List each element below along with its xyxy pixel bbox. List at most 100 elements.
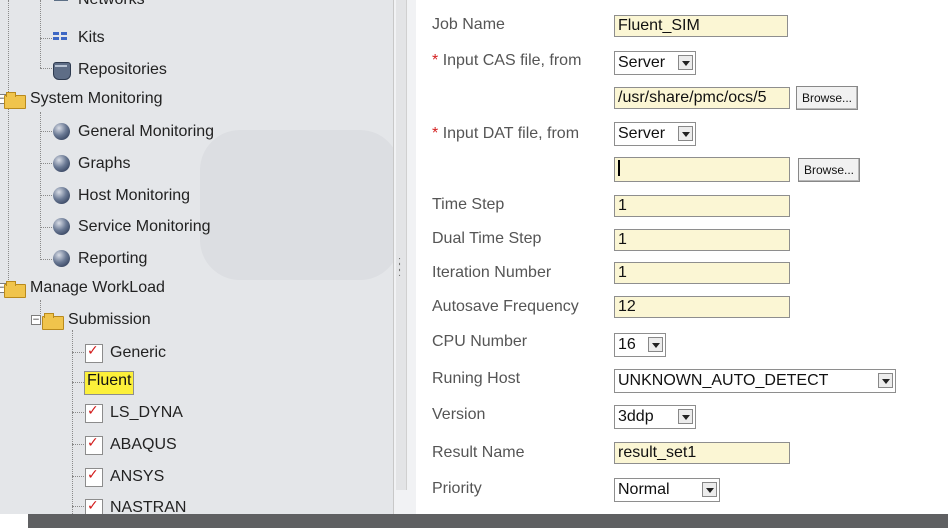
dual-time-step-input[interactable]: 1 — [614, 229, 790, 251]
tree-guide-line — [40, 0, 41, 68]
dat-browse-button[interactable]: Browse... — [798, 158, 861, 182]
version-value: 3ddp — [618, 408, 654, 425]
dat-source-select[interactable]: Server — [614, 122, 696, 146]
tree-item-nastran[interactable]: NASTRAN — [84, 494, 188, 514]
chevron-down-icon — [678, 126, 693, 141]
autosave-frequency-input[interactable]: 12 — [614, 296, 790, 318]
form-icon — [84, 403, 104, 423]
tree-item-kits[interactable]: Kits — [52, 24, 107, 52]
navigation-tree: − − − Networks Kits Repositories System … — [0, 0, 393, 514]
running-host-select[interactable]: UNKNOWN_AUTO_DETECT — [614, 369, 896, 393]
cas-file-label: * Input CAS file, from — [432, 52, 581, 70]
chevron-down-icon — [702, 482, 717, 497]
required-marker: * — [432, 52, 439, 69]
autosave-frequency-label: Autosave Frequency — [432, 298, 579, 315]
tree-item-reporting[interactable]: Reporting — [52, 245, 149, 273]
bottom-status-bar — [0, 514, 948, 528]
result-name-label: Result Name — [432, 444, 525, 461]
tree-item-label: Submission — [68, 311, 151, 328]
tree-scrollbar[interactable] — [396, 0, 407, 490]
globe-icon — [52, 155, 72, 173]
priority-value: Normal — [618, 481, 670, 498]
priority-label: Priority — [432, 480, 482, 497]
status-bar-strip — [28, 514, 948, 528]
priority-select[interactable]: Normal — [614, 478, 720, 502]
dat-path-input[interactable] — [614, 157, 790, 182]
form-icon — [84, 498, 104, 514]
form-icon — [84, 467, 104, 487]
tree-item-label: Generic — [110, 344, 167, 361]
cas-source-select[interactable]: Server — [614, 51, 696, 75]
tree-item-abaqus[interactable]: ABAQUS — [84, 431, 179, 459]
tree-item-label: NASTRAN — [110, 499, 187, 514]
tree-item-generic[interactable]: Generic — [84, 339, 168, 367]
chevron-down-icon — [878, 373, 893, 388]
tree-item-label: Reporting — [78, 250, 148, 267]
chevron-down-icon — [648, 337, 663, 352]
tree-item-label: Host Monitoring — [78, 187, 191, 204]
tree-item-ls-dyna[interactable]: LS_DYNA — [84, 399, 185, 427]
dual-time-step-label: Dual Time Step — [432, 230, 542, 247]
iteration-number-input[interactable]: 1 — [614, 262, 790, 284]
folder-open-icon — [4, 279, 26, 298]
cas-source-value: Server — [618, 54, 666, 71]
kits-icon — [52, 29, 72, 47]
tree-item-label: Service Monitoring — [78, 218, 211, 235]
cas-path-input[interactable]: /usr/share/pmc/ocs/5 — [614, 87, 790, 109]
cas-browse-button[interactable]: Browse... — [796, 86, 859, 110]
globe-icon — [52, 187, 72, 205]
cpu-number-label: CPU Number — [432, 333, 528, 350]
tree-guide-line — [40, 112, 41, 260]
job-name-label: Job Name — [432, 16, 505, 33]
folder-open-icon — [4, 90, 26, 109]
tree-item-general-monitoring[interactable]: General Monitoring — [52, 118, 216, 146]
tree-item-label: Graphs — [78, 155, 131, 172]
tree-item-label: Repositories — [78, 61, 167, 78]
version-select[interactable]: 3ddp — [614, 405, 696, 429]
form-icon — [84, 435, 104, 455]
dat-source-value: Server — [618, 125, 666, 142]
tree-item-label: ABAQUS — [110, 436, 177, 453]
tree-item-ansys[interactable]: ANSYS — [84, 463, 166, 491]
dat-file-label-text: Input DAT file, from — [442, 125, 580, 142]
dat-file-label: * Input DAT file, from — [432, 125, 579, 143]
chevron-down-icon — [678, 409, 693, 424]
tree-item-label: Kits — [78, 29, 105, 46]
required-marker: * — [432, 125, 439, 142]
job-name-input[interactable]: Fluent_SIM — [614, 15, 788, 37]
splitter-grip-icon[interactable]: ::: — [398, 256, 401, 279]
job-submission-form: Job Name Fluent_SIM * Input CAS file, fr… — [416, 0, 948, 514]
background-watermark — [200, 130, 393, 280]
tree-item-fluent[interactable]: Fluent — [84, 369, 135, 397]
result-name-input[interactable]: result_set1 — [614, 442, 790, 464]
tree-item-manage-workload[interactable]: Manage WorkLoad — [4, 274, 167, 302]
folder-open-icon — [42, 311, 64, 330]
tree-guide-line — [72, 330, 73, 514]
collapse-submission-toggle[interactable]: − — [31, 315, 41, 325]
cpu-number-select[interactable]: 16 — [614, 333, 666, 357]
cas-file-label-text: Input CAS file, from — [442, 52, 582, 69]
running-host-value: UNKNOWN_AUTO_DETECT — [618, 372, 829, 389]
globe-icon — [52, 123, 72, 141]
tree-item-repositories[interactable]: Repositories — [52, 56, 169, 84]
tree-item-label: ANSYS — [110, 468, 165, 485]
tree-item-graphs[interactable]: Graphs — [52, 150, 132, 178]
tree-item-networks[interactable]: Networks — [52, 0, 147, 14]
time-step-label: Time Step — [432, 196, 505, 213]
tree-item-system-monitoring[interactable]: System Monitoring — [4, 85, 165, 113]
tree-item-label: Networks — [76, 0, 147, 9]
tree-item-submission[interactable]: Submission — [42, 306, 153, 334]
chevron-down-icon — [678, 55, 693, 70]
iteration-number-label: Iteration Number — [432, 264, 552, 281]
form-icon — [84, 343, 104, 363]
cpu-number-value: 16 — [618, 336, 636, 353]
time-step-input[interactable]: 1 — [614, 195, 790, 217]
tree-item-service-monitoring[interactable]: Service Monitoring — [52, 213, 213, 241]
version-label: Version — [432, 406, 486, 423]
tree-item-label: LS_DYNA — [110, 404, 183, 421]
globe-icon — [52, 250, 72, 268]
repository-icon — [52, 61, 72, 80]
tree-item-host-monitoring[interactable]: Host Monitoring — [52, 182, 192, 210]
panel-splitter[interactable]: ::: — [393, 0, 417, 514]
tree-guide-line — [8, 0, 9, 290]
